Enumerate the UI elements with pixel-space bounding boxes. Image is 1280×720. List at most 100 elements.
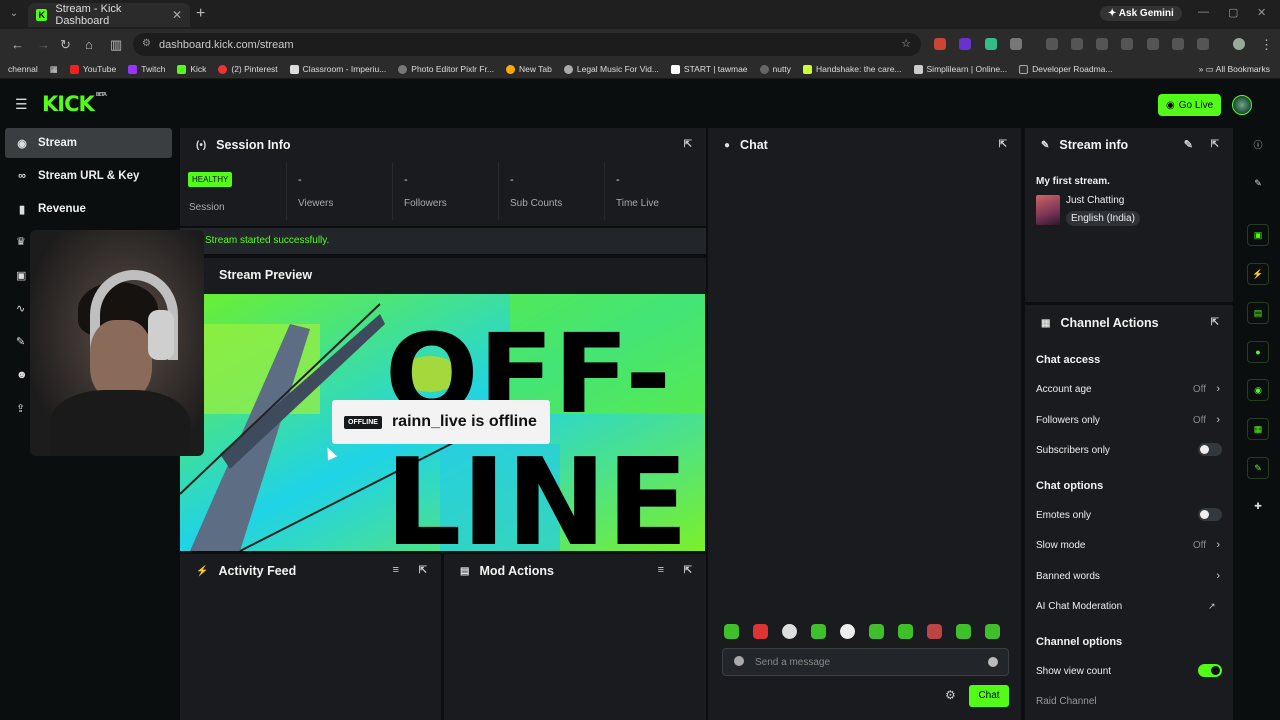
wrench-icon[interactable]: ✎ — [1247, 457, 1269, 479]
bookmark[interactable]: Photo Editor Pixlr Fr... — [398, 64, 494, 74]
sidebar-toggle-icon[interactable]: ▥ — [110, 37, 122, 53]
translate-icon[interactable] — [1172, 38, 1184, 50]
document-icon[interactable]: ▤ — [1247, 302, 1269, 324]
kick-logo[interactable]: KICK BETA — [42, 92, 107, 116]
slow-mode-row[interactable]: Slow mode Off › — [1036, 539, 1224, 551]
site-info-icon[interactable]: ⚙ — [142, 38, 151, 49]
trophy-icon[interactable]: ♛ — [16, 235, 26, 248]
emote-icon[interactable] — [724, 624, 739, 639]
emote-icon[interactable] — [985, 624, 1000, 639]
popout-icon[interactable]: ⇱ — [684, 139, 692, 150]
video-icon[interactable]: ▣ — [16, 269, 26, 282]
broadcast-icon[interactable]: ◉ — [1247, 379, 1269, 401]
chat-message-input[interactable]: Send a message — [722, 648, 1009, 676]
info-icon[interactable]: ⓘ — [1247, 135, 1269, 157]
password-icon[interactable] — [1046, 38, 1058, 50]
banned-words-row[interactable]: Banned words › — [1036, 570, 1224, 582]
reload-icon[interactable]: ↻ — [60, 37, 71, 53]
bookmark-star-icon[interactable]: ☆ — [901, 37, 911, 50]
popout-icon[interactable]: ⇱ — [419, 565, 427, 576]
extension-icon[interactable] — [1071, 38, 1083, 50]
emoji-icon[interactable] — [988, 657, 998, 667]
chat-send-button[interactable]: Chat — [969, 685, 1009, 707]
bookmark[interactable]: chennal — [8, 64, 38, 74]
sidebar-item-revenue[interactable]: ▮ Revenue — [5, 194, 172, 224]
emote-icon[interactable] — [811, 624, 826, 639]
emote-icon[interactable] — [956, 624, 971, 639]
emote-icon[interactable] — [898, 624, 913, 639]
browser-menu-icon[interactable]: ⋮ — [1260, 37, 1273, 53]
home-icon[interactable]: ⌂ — [85, 37, 93, 52]
extension-icon[interactable] — [934, 38, 946, 50]
bookmark[interactable]: Twitch — [128, 64, 165, 74]
forward-icon[interactable]: → — [37, 37, 50, 52]
popout-icon[interactable]: ⇱ — [1211, 317, 1219, 328]
sidebar-item-stream-url-key[interactable]: ∞ Stream URL & Key — [5, 161, 172, 191]
menu-icon[interactable]: ☰ — [15, 96, 28, 113]
gear-icon[interactable]: ⚙ — [945, 688, 956, 702]
go-live-button[interactable]: ◉ Go Live — [1158, 94, 1222, 116]
sidebar-item-stream[interactable]: ◉ Stream — [5, 128, 172, 158]
back-icon[interactable]: ← — [11, 37, 24, 52]
filter-icon[interactable]: ≡ — [658, 564, 664, 576]
popout-icon[interactable]: ⇱ — [1211, 139, 1219, 150]
lightning-icon[interactable]: ⚡ — [1247, 263, 1269, 285]
wrench-icon[interactable]: ✎ — [16, 335, 25, 348]
apps-icon[interactable]: ▦ — [50, 64, 58, 75]
bookmark[interactable]: Kick — [177, 64, 206, 74]
raid-channel-row[interactable]: Raid Channel — [1036, 696, 1224, 707]
all-bookmarks[interactable]: » ▭ All Bookmarks — [1199, 64, 1270, 75]
chat-bubble-icon[interactable]: ● — [1247, 341, 1269, 363]
emotes-only-toggle[interactable] — [1198, 508, 1222, 521]
stream-category[interactable]: Just Chatting — [1066, 195, 1124, 206]
ai-chat-moderation-row[interactable]: AI Chat Moderation ↗ — [1036, 601, 1224, 612]
bookmark[interactable]: Classroom - Imperiu... — [289, 64, 386, 74]
users-icon[interactable]: ☻ — [16, 369, 28, 381]
channel-actions-icon[interactable]: ▦ — [1247, 418, 1269, 440]
bookmark[interactable]: YouTube — [69, 64, 116, 74]
bookmark[interactable]: New Tab — [505, 64, 552, 74]
edit-icon[interactable]: ✎ — [1184, 138, 1193, 151]
maximize-icon[interactable]: ▢ — [1228, 6, 1238, 19]
popout-icon[interactable]: ⇱ — [684, 565, 692, 576]
bookmark[interactable]: Simplilearn | Online... — [913, 64, 1007, 74]
extension-icon[interactable] — [985, 38, 997, 50]
extension-icon[interactable] — [1197, 38, 1209, 50]
profile-avatar[interactable] — [1233, 38, 1245, 50]
extension-icon[interactable] — [1096, 38, 1108, 50]
analytics-icon[interactable]: ∿ — [16, 302, 25, 315]
extension-icon[interactable] — [1147, 38, 1159, 50]
edit-icon[interactable]: ✎ — [1247, 173, 1269, 195]
subscribers-only-toggle[interactable] — [1198, 443, 1222, 456]
account-age-row[interactable]: Account age Off › — [1036, 383, 1224, 395]
ask-gemini-button[interactable]: ✦ Ask Gemini — [1100, 6, 1182, 21]
minimize-icon[interactable]: — — [1198, 6, 1209, 18]
add-widget-icon[interactable]: ✚ — [1247, 496, 1269, 518]
bookmark[interactable]: nutty — [759, 64, 791, 74]
address-bar[interactable]: ⚙ dashboard.kick.com/stream ☆ — [133, 33, 921, 56]
bookmark[interactable]: (2) Pinterest — [218, 64, 278, 74]
bookmark[interactable]: Developer Roadma... — [1019, 64, 1112, 74]
extensions-puzzle-icon[interactable] — [1010, 38, 1022, 50]
tab-search-icon[interactable]: ⌄ — [6, 6, 22, 22]
emote-icon[interactable] — [927, 624, 942, 639]
new-tab-icon[interactable]: + — [196, 5, 205, 23]
bookmark[interactable]: Handshake: the care... — [802, 64, 902, 74]
emote-icon[interactable] — [869, 624, 884, 639]
extension-icon[interactable] — [959, 38, 971, 50]
emote-icon[interactable] — [840, 624, 855, 639]
show-view-count-toggle[interactable] — [1198, 664, 1222, 677]
close-window-icon[interactable]: ✕ — [1257, 6, 1266, 19]
emote-icon[interactable] — [782, 624, 797, 639]
bookmark[interactable]: START | tawmae — [670, 64, 748, 74]
bookmark[interactable]: Legal Music For Vid... — [563, 64, 659, 74]
screen-icon[interactable]: ▣ — [1247, 224, 1269, 246]
avatar[interactable] — [1232, 95, 1252, 115]
close-tab-icon[interactable]: ✕ — [172, 8, 182, 22]
followers-only-row[interactable]: Followers only Off › — [1036, 414, 1224, 426]
popout-icon[interactable]: ⇱ — [999, 139, 1007, 150]
upload-icon[interactable]: ⇪ — [16, 402, 25, 415]
filter-icon[interactable]: ≡ — [393, 564, 399, 576]
download-icon[interactable] — [1121, 38, 1133, 50]
browser-tab[interactable]: K Stream - Kick Dashboard ✕ — [28, 3, 190, 27]
